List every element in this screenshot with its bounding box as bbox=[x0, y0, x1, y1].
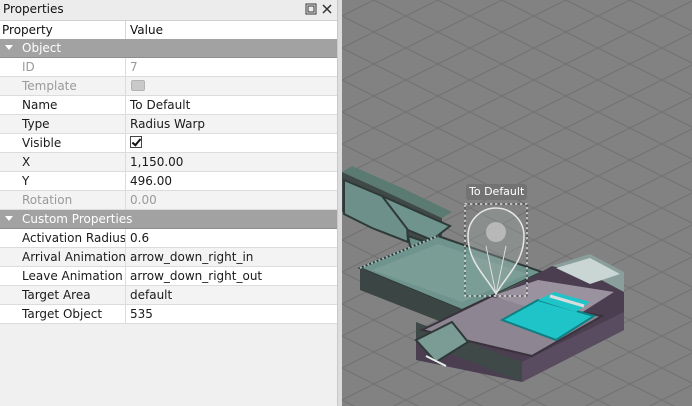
y-value[interactable]: 496.00 bbox=[130, 174, 172, 188]
map-canvas[interactable] bbox=[342, 0, 692, 406]
row-divider bbox=[125, 115, 126, 134]
property-row-target-object[interactable]: Target Object 535 bbox=[0, 305, 337, 324]
property-key: Y bbox=[22, 174, 30, 188]
property-key: Arrival Animation bbox=[22, 250, 126, 264]
property-row-rotation[interactable]: Rotation 0.00 bbox=[0, 191, 337, 210]
name-value[interactable]: To Default bbox=[130, 98, 190, 112]
properties-panel: Properties Property Value Object ID 7 Te… bbox=[0, 0, 337, 406]
leave-animation-value[interactable]: arrow_down_right_out bbox=[130, 269, 262, 283]
property-key: ID bbox=[22, 60, 35, 74]
row-divider bbox=[125, 305, 126, 324]
property-row-x[interactable]: X 1,150.00 bbox=[0, 153, 337, 172]
property-key: Target Area bbox=[22, 288, 91, 302]
row-divider bbox=[125, 96, 126, 115]
property-key: Leave Animation bbox=[22, 269, 123, 283]
row-divider bbox=[125, 191, 126, 210]
type-value[interactable]: Radius Warp bbox=[130, 117, 205, 131]
collapse-arrow-icon[interactable] bbox=[5, 45, 13, 50]
property-key: X bbox=[22, 155, 31, 169]
row-divider bbox=[125, 267, 126, 286]
property-row-visible[interactable]: Visible bbox=[0, 134, 337, 153]
arrival-animation-value[interactable]: arrow_down_right_in bbox=[130, 250, 253, 264]
row-divider bbox=[125, 153, 126, 172]
target-object-value[interactable]: 535 bbox=[130, 307, 153, 321]
property-key: Target Object bbox=[22, 307, 103, 321]
group-custom-rows: Activation Radius 0.6 Arrival Animation … bbox=[0, 229, 337, 324]
property-row-name[interactable]: Name To Default bbox=[0, 96, 337, 115]
property-key: Template bbox=[22, 79, 77, 93]
panel-title: Properties bbox=[3, 2, 64, 16]
property-row-template[interactable]: Template bbox=[0, 77, 337, 96]
group-label: Object bbox=[22, 41, 62, 55]
row-divider bbox=[125, 58, 126, 77]
property-row-leave-animation[interactable]: Leave Animation arrow_down_right_out bbox=[0, 267, 337, 286]
map-viewport[interactable]: To Default bbox=[342, 0, 692, 406]
property-row-id[interactable]: ID 7 bbox=[0, 58, 337, 77]
column-divider[interactable] bbox=[125, 21, 126, 39]
row-divider bbox=[125, 248, 126, 267]
property-row-arrival-animation[interactable]: Arrival Animation arrow_down_right_in bbox=[0, 248, 337, 267]
x-value[interactable]: 1,150.00 bbox=[130, 155, 183, 169]
target-area-value[interactable]: default bbox=[130, 288, 172, 302]
float-window-icon[interactable] bbox=[304, 2, 318, 16]
row-divider bbox=[125, 229, 126, 248]
value-column-header[interactable]: Value bbox=[130, 23, 163, 37]
group-object-rows: ID 7 Template Name To Default Type Radiu… bbox=[0, 58, 337, 210]
property-key: Activation Radius bbox=[22, 231, 127, 245]
row-divider bbox=[125, 172, 126, 191]
collapse-arrow-icon[interactable] bbox=[5, 216, 13, 221]
group-label: Custom Properties bbox=[22, 212, 133, 226]
row-divider bbox=[125, 77, 126, 96]
row-divider bbox=[125, 134, 126, 153]
property-row-activation-radius[interactable]: Activation Radius 0.6 bbox=[0, 229, 337, 248]
activation-radius-value[interactable]: 0.6 bbox=[130, 231, 149, 245]
object-name-label: To Default bbox=[466, 184, 528, 200]
group-object[interactable]: Object bbox=[0, 39, 337, 58]
property-key: Visible bbox=[22, 136, 62, 150]
property-column-header[interactable]: Property bbox=[2, 23, 53, 37]
property-row-type[interactable]: Type Radius Warp bbox=[0, 115, 337, 134]
property-value: 7 bbox=[130, 60, 138, 74]
group-custom-properties[interactable]: Custom Properties bbox=[0, 210, 337, 229]
property-key: Name bbox=[22, 98, 58, 112]
table-header: Property Value bbox=[0, 21, 337, 40]
property-key: Rotation bbox=[22, 193, 73, 207]
property-list: Object ID 7 Template Name To Default Typ… bbox=[0, 39, 337, 324]
template-file-icon[interactable] bbox=[131, 80, 145, 91]
panel-title-bar: Properties bbox=[0, 0, 337, 21]
property-key: Type bbox=[22, 117, 50, 131]
property-row-y[interactable]: Y 496.00 bbox=[0, 172, 337, 191]
row-divider bbox=[125, 286, 126, 305]
rotation-value: 0.00 bbox=[130, 193, 157, 207]
close-icon[interactable] bbox=[320, 2, 334, 16]
property-row-target-area[interactable]: Target Area default bbox=[0, 286, 337, 305]
visible-checkbox[interactable] bbox=[130, 136, 142, 148]
